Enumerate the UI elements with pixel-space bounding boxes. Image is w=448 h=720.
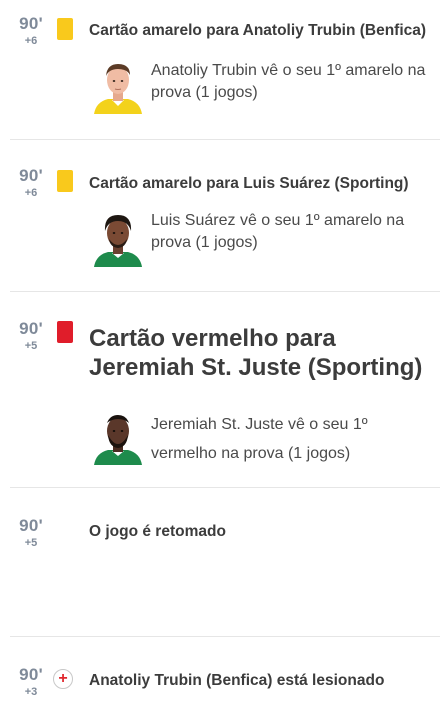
event-yellow-card-suarez: 90' +6 Cartão amarelo para Luis Suárez (… (0, 140, 448, 292)
added-time-label: +5 (24, 340, 38, 352)
event-injury-trubin: 90' +3 + Anatoliy Trubin (Benfica) está … (0, 637, 448, 720)
event-minute: 90' +6 (18, 14, 44, 47)
event-description: Jeremiah St. Juste vê o seu 1º vermelho … (151, 416, 368, 462)
event-title: O jogo é retomado (89, 523, 226, 540)
added-time-label: +6 (24, 35, 38, 47)
added-time-label: +6 (24, 187, 38, 199)
yellow-card-icon (57, 170, 73, 192)
event-yellow-card-trubin: 90' +6 Cartão amarelo para Anatoliy Trub… (0, 0, 448, 140)
event-title: Cartão amarelo para Luis Suárez (Sportin… (89, 175, 409, 192)
minute-label: 90' (19, 14, 43, 33)
event-description: Anatoliy Trubin vê o seu 1º amarelo na p… (151, 62, 426, 101)
jeremiah-st-juste-avatar[interactable] (90, 409, 146, 465)
minute-label: 90' (19, 166, 43, 185)
injury-icon: + (53, 669, 73, 689)
event-minute: 90' +5 (18, 319, 44, 352)
event-description: Luis Suárez vê o seu 1º amarelo na prova… (151, 212, 405, 251)
added-time-label: +3 (24, 686, 38, 698)
yellow-card-icon (57, 18, 73, 40)
event-title: Cartão vermelho para Jeremiah St. Juste … (89, 325, 423, 381)
red-card-icon (57, 321, 73, 343)
event-minute: 90' +6 (18, 166, 44, 199)
event-title: Cartão amarelo para Anatoliy Trubin (Ben… (89, 22, 427, 39)
minute-label: 90' (19, 319, 43, 338)
added-time-label: +5 (24, 537, 38, 549)
minute-label: 90' (19, 665, 43, 684)
event-minute: 90' +5 (18, 516, 44, 549)
event-title: Anatoliy Trubin (Benfica) está lesionado (89, 672, 385, 689)
anatoliy-trubin-avatar[interactable] (90, 58, 146, 114)
event-red-card-st-juste: 90' +5 Cartão vermelho para Jeremiah St.… (0, 292, 448, 488)
luis-suarez-avatar[interactable] (90, 211, 146, 267)
event-minute: 90' +3 (18, 665, 44, 698)
event-game-resumed: 90' +5 O jogo é retomado (0, 488, 448, 636)
minute-label: 90' (19, 516, 43, 535)
